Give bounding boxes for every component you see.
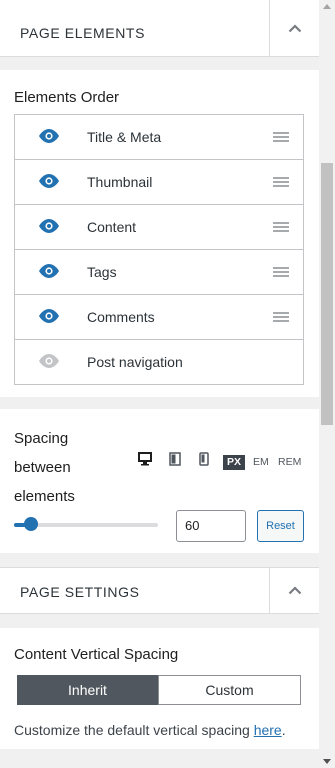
scrollbar[interactable] [319,0,335,768]
customizer-panel: PAGE ELEMENTS Elements Order Title & Met… [0,0,319,768]
element-label: Content [87,219,137,235]
eye-icon[interactable] [38,174,60,193]
unit-rem-button[interactable]: REM [278,455,301,470]
drag-handle-icon[interactable] [273,312,289,322]
collapse-page-elements-button[interactable] [269,0,319,56]
eye-icon[interactable] [38,309,60,328]
scroll-up-arrow-icon[interactable] [323,4,331,9]
eye-icon[interactable] [38,129,60,148]
elements-order-list: Title & Meta Thumbnail Content Tags Comm… [14,114,304,385]
page-elements-header[interactable]: PAGE ELEMENTS [0,0,319,57]
here-link[interactable]: here [254,722,282,738]
collapse-page-settings-button[interactable] [269,568,319,613]
description-text: Customize the default vertical spacing [14,722,254,738]
list-item[interactable]: Thumbnail [15,160,303,205]
scrollbar-thumb[interactable] [321,163,333,425]
element-label: Tags [87,264,117,280]
vertical-spacing-label: Content Vertical Spacing [14,646,179,663]
eye-hidden-icon[interactable] [38,354,60,373]
spacing-value-input[interactable]: 60 [176,510,246,542]
reset-button[interactable]: Reset [257,510,304,542]
elements-order-label: Elements Order [14,89,120,106]
element-label: Title & Meta [87,129,162,145]
tablet-icon[interactable] [169,452,181,471]
inherit-option-button[interactable]: Inherit [17,675,158,705]
chevron-up-icon [288,23,301,32]
page-settings-header[interactable]: PAGE SETTINGS [0,567,319,614]
list-item[interactable]: Content [15,205,303,250]
element-label: Thumbnail [87,174,153,190]
drag-handle-icon[interactable] [273,222,289,232]
page-settings-title: PAGE SETTINGS [20,584,140,600]
list-item[interactable]: Post navigation [15,340,303,385]
element-label: Comments [87,309,155,325]
unit-em-button[interactable]: EM [253,455,269,470]
eye-icon[interactable] [38,219,60,238]
element-label: Post navigation [87,354,183,370]
drag-handle-icon[interactable] [273,177,289,187]
eye-icon[interactable] [38,264,60,283]
drag-handle-icon[interactable] [273,267,289,277]
mobile-icon[interactable] [199,452,209,471]
description-end: . [281,722,286,738]
scroll-down-arrow-icon[interactable] [323,759,331,764]
list-item[interactable]: Comments [15,295,303,340]
custom-option-button[interactable]: Custom [158,675,301,705]
page-elements-title: PAGE ELEMENTS [20,25,146,41]
vertical-spacing-description: Customize the default vertical spacing h… [14,722,286,738]
spacing-label: Spacing between elements [14,430,75,505]
list-item[interactable]: Title & Meta [15,115,303,160]
unit-px-button[interactable]: PX [223,455,246,470]
desktop-icon[interactable] [138,452,152,471]
chevron-up-icon [288,586,301,595]
list-item[interactable]: Tags [15,250,303,295]
drag-handle-icon[interactable] [273,132,289,142]
